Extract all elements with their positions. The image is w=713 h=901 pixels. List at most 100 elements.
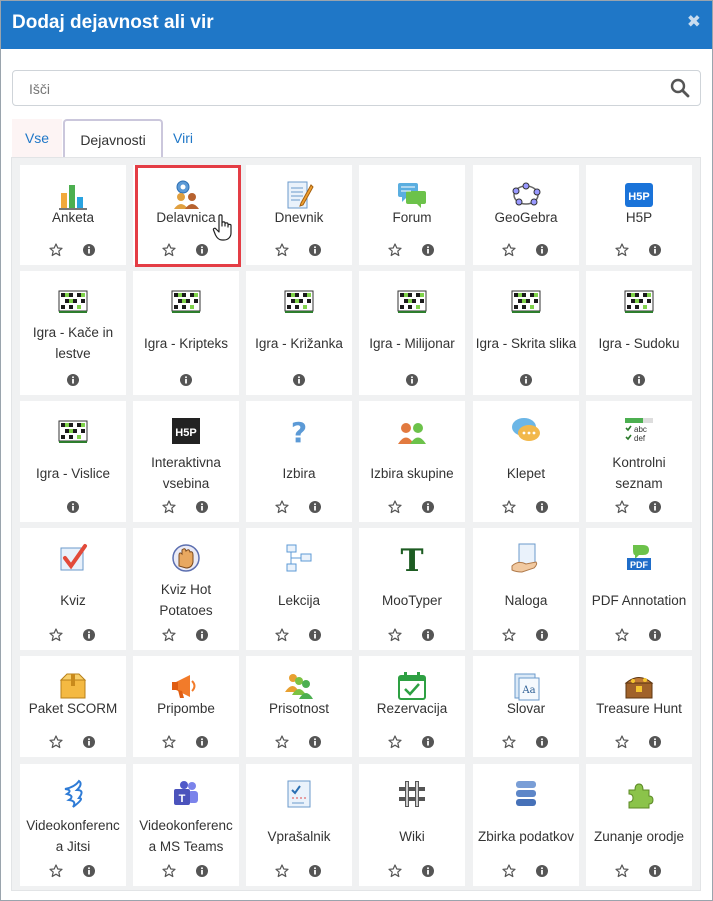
star-icon[interactable] <box>162 864 176 878</box>
tab-resources[interactable]: Viri <box>162 119 204 158</box>
star-icon[interactable] <box>162 735 176 749</box>
star-icon[interactable] <box>615 243 629 257</box>
info-icon[interactable] <box>422 865 434 877</box>
info-icon[interactable] <box>649 244 661 256</box>
module-card[interactable]: Naloga <box>473 528 579 650</box>
module-card[interactable]: Wiki <box>359 764 465 886</box>
tab-all[interactable]: Vse <box>12 119 62 158</box>
star-icon[interactable] <box>275 500 289 514</box>
star-icon[interactable] <box>162 243 176 257</box>
module-card[interactable]: Vprašalnik <box>246 764 352 886</box>
module-card[interactable]: Videokonferenc a Jitsi <box>20 764 126 886</box>
module-card[interactable]: Paket SCORM <box>20 656 126 757</box>
info-icon[interactable] <box>196 865 208 877</box>
star-icon[interactable] <box>275 735 289 749</box>
info-icon[interactable] <box>649 736 661 748</box>
module-card[interactable]: Kviz <box>20 528 126 650</box>
star-icon[interactable] <box>502 864 516 878</box>
module-card[interactable]: Pripombe <box>133 656 239 757</box>
module-card[interactable]: Zunanje orodje <box>586 764 692 886</box>
module-card[interactable]: T MooTyper <box>359 528 465 650</box>
module-card[interactable]: H5P Interaktivna vsebina <box>133 401 239 522</box>
star-icon[interactable] <box>388 500 402 514</box>
module-card[interactable]: Forum <box>359 165 465 265</box>
info-icon[interactable] <box>520 374 532 386</box>
info-icon[interactable] <box>180 374 192 386</box>
info-icon[interactable] <box>309 501 321 513</box>
module-card[interactable]: Igra - Križanka <box>246 271 352 395</box>
module-card[interactable]: T Videokonferenc a MS Teams <box>133 764 239 886</box>
info-icon[interactable] <box>196 736 208 748</box>
star-icon[interactable] <box>49 735 63 749</box>
info-icon[interactable] <box>83 629 95 641</box>
info-icon[interactable] <box>649 501 661 513</box>
star-icon[interactable] <box>162 500 176 514</box>
module-card[interactable]: GeoGebra <box>473 165 579 265</box>
star-icon[interactable] <box>49 243 63 257</box>
info-icon[interactable] <box>309 736 321 748</box>
star-icon[interactable] <box>615 864 629 878</box>
star-icon[interactable] <box>162 628 176 642</box>
module-card[interactable]: Treasure Hunt <box>586 656 692 757</box>
tab-activities[interactable]: Dejavnosti <box>63 119 163 161</box>
module-card[interactable]: Klepet <box>473 401 579 522</box>
star-icon[interactable] <box>388 735 402 749</box>
info-icon[interactable] <box>309 629 321 641</box>
info-icon[interactable] <box>422 244 434 256</box>
info-icon[interactable] <box>67 374 79 386</box>
info-icon[interactable] <box>406 374 418 386</box>
search-icon[interactable] <box>670 78 690 98</box>
module-card[interactable]: Igra - Vislice <box>20 401 126 522</box>
module-card[interactable]: Lekcija <box>246 528 352 650</box>
star-icon[interactable] <box>49 864 63 878</box>
module-card[interactable]: Anketa <box>20 165 126 265</box>
star-icon[interactable] <box>615 500 629 514</box>
info-icon[interactable] <box>196 501 208 513</box>
info-icon[interactable] <box>196 244 208 256</box>
info-icon[interactable] <box>536 629 548 641</box>
info-icon[interactable] <box>196 629 208 641</box>
info-icon[interactable] <box>633 374 645 386</box>
info-icon[interactable] <box>649 629 661 641</box>
module-card[interactable]: abc def Kontrolni seznam <box>586 401 692 522</box>
star-icon[interactable] <box>615 735 629 749</box>
module-card[interactable]: Aa Slovar <box>473 656 579 757</box>
module-card[interactable]: Prisotnost <box>246 656 352 757</box>
star-icon[interactable] <box>275 628 289 642</box>
module-card[interactable]: H5P H5P <box>586 165 692 265</box>
star-icon[interactable] <box>388 243 402 257</box>
star-icon[interactable] <box>502 500 516 514</box>
module-card[interactable]: Zbirka podatkov <box>473 764 579 886</box>
info-icon[interactable] <box>83 244 95 256</box>
info-icon[interactable] <box>649 865 661 877</box>
star-icon[interactable] <box>502 735 516 749</box>
info-icon[interactable] <box>536 501 548 513</box>
module-card[interactable]: Igra - Kripteks <box>133 271 239 395</box>
module-card[interactable]: ? Izbira <box>246 401 352 522</box>
star-icon[interactable] <box>502 628 516 642</box>
star-icon[interactable] <box>275 864 289 878</box>
star-icon[interactable] <box>49 628 63 642</box>
info-icon[interactable] <box>422 736 434 748</box>
info-icon[interactable] <box>309 865 321 877</box>
module-card[interactable]: Igra - Kače in lestve <box>20 271 126 395</box>
info-icon[interactable] <box>293 374 305 386</box>
info-icon[interactable] <box>536 244 548 256</box>
info-icon[interactable] <box>422 501 434 513</box>
star-icon[interactable] <box>388 864 402 878</box>
module-card[interactable]: Rezervacija <box>359 656 465 757</box>
module-card[interactable]: Kviz Hot Potatoes <box>133 528 239 650</box>
search-input[interactable] <box>27 78 631 100</box>
module-card[interactable]: Igra - Skrita slika <box>473 271 579 395</box>
module-card[interactable]: Izbira skupine <box>359 401 465 522</box>
star-icon[interactable] <box>502 243 516 257</box>
star-icon[interactable] <box>615 628 629 642</box>
close-icon[interactable]: ✖ <box>687 12 701 32</box>
star-icon[interactable] <box>275 243 289 257</box>
info-icon[interactable] <box>309 244 321 256</box>
info-icon[interactable] <box>67 501 79 513</box>
module-card[interactable]: Igra - Sudoku <box>586 271 692 395</box>
info-icon[interactable] <box>422 629 434 641</box>
star-icon[interactable] <box>388 628 402 642</box>
info-icon[interactable] <box>536 865 548 877</box>
